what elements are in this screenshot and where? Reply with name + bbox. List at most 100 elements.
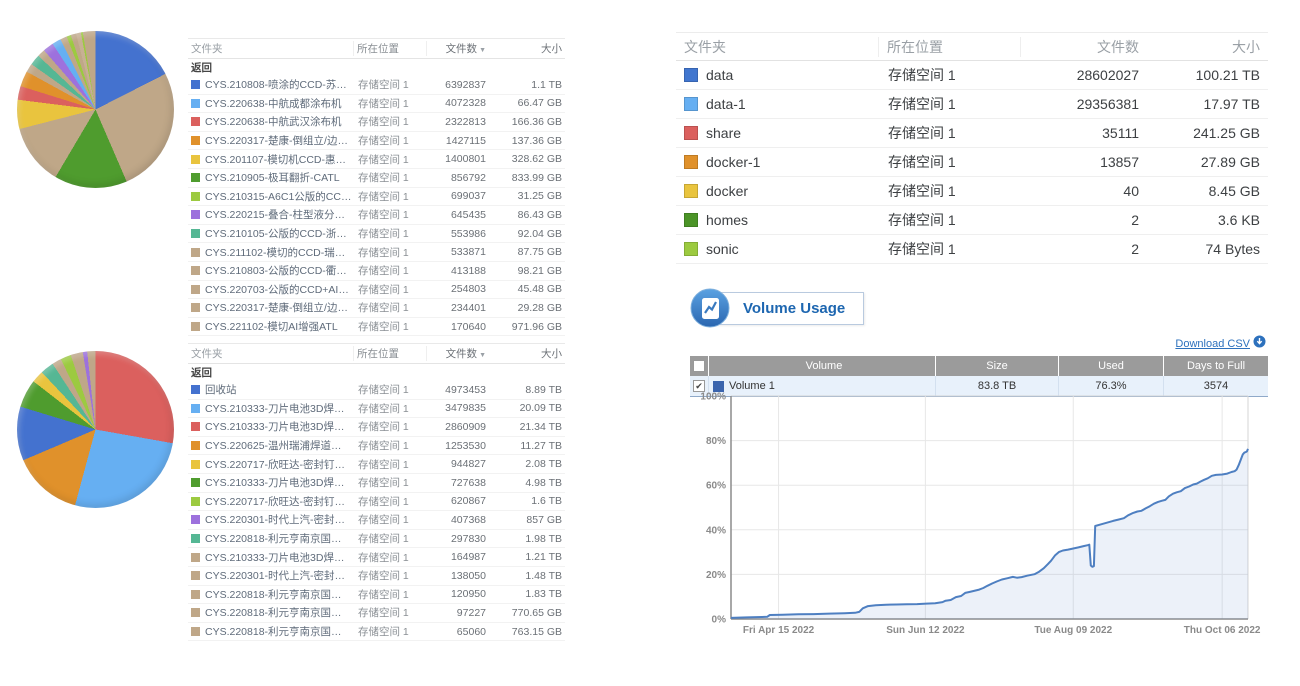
back-link[interactable]: 返回	[188, 364, 565, 381]
folder-location: 存储空间 1	[355, 170, 427, 185]
folder-name: docker	[706, 183, 748, 199]
folder-location: 存储空间 1	[355, 457, 427, 472]
table-row[interactable]: docker-1存储空间 11385727.89 GB	[676, 148, 1268, 177]
table-row[interactable]: data存储空间 128602027100.21 TB	[676, 61, 1268, 90]
folder-color-swatch	[684, 242, 698, 256]
table-row[interactable]: CYS.220818-利元亨南京国轩整线-密封钉存储空间 165060763.1…	[188, 623, 565, 642]
download-icon[interactable]	[1253, 335, 1266, 353]
table-row[interactable]: data-1存储空间 12935638117.97 TB	[676, 90, 1268, 119]
folder-name: CYS.210803-公版的CCD-衢州极电	[205, 263, 352, 278]
table-row[interactable]: CYS.220215-叠合-柱型液分条机存储空间 164543586.43 GB	[188, 206, 565, 225]
svg-text:Sun Jun 12 2022: Sun Jun 12 2022	[886, 625, 965, 636]
table-row[interactable]: sonic存储空间 1274 Bytes	[676, 235, 1268, 264]
sort-desc-icon: ▼	[479, 352, 486, 359]
table-row[interactable]: CYS.211102-模切的CCD-瑞浦模切存储空间 153387187.75 …	[188, 243, 565, 262]
folder-size: 1.21 TB	[489, 551, 565, 563]
column-header-days-to-full[interactable]: Days to Full	[1164, 356, 1268, 376]
table-row[interactable]: CYS.210333-刀片电池3D焊检测-坪山存储空间 17276384.98 …	[188, 474, 565, 493]
table-row[interactable]: CYS.210803-公版的CCD-衢州极电存储空间 141318898.21 …	[188, 262, 565, 281]
column-header-size[interactable]: Size	[936, 356, 1059, 376]
column-header-folder[interactable]: 文件夹	[188, 41, 353, 56]
column-header-folder[interactable]: 文件夹	[188, 346, 353, 361]
folder-location: 存储空间 1	[355, 319, 427, 334]
folder-location: 存储空间 1	[355, 494, 427, 509]
folder-size: 857 GB	[489, 514, 565, 526]
line-chart-svg: 0%20%40%60%80%100%Fri Apr 15 2022Sun Jun…	[695, 390, 1270, 652]
folder-file-count: 2	[1021, 241, 1147, 257]
folder-file-count: 13857	[1021, 154, 1147, 170]
column-header-size[interactable]: 大小	[1147, 37, 1268, 57]
column-header-location[interactable]: 所在位置	[353, 41, 426, 56]
folder-color-swatch	[191, 627, 200, 636]
folder-size: 2.08 TB	[489, 458, 565, 470]
column-header-size[interactable]: 大小	[489, 346, 565, 361]
volume-usage-line-chart: 0%20%40%60%80%100%Fri Apr 15 2022Sun Jun…	[695, 390, 1270, 652]
folder-size: 241.25 GB	[1147, 125, 1268, 141]
folder-name: CYS.210333-刀片电池3D焊检测-坪山	[205, 475, 352, 490]
folder-file-count: 97227	[427, 607, 489, 619]
table-row[interactable]: CYS.220625-温州瑞浦焊道焊检测存储空间 1125353011.27 T…	[188, 437, 565, 456]
folder-name: CYS.201107-模切机CCD-惠州CATL	[205, 152, 352, 167]
svg-text:40%: 40%	[706, 525, 726, 536]
table-row[interactable]: docker存储空间 1408.45 GB	[676, 177, 1268, 206]
table-row[interactable]: CYS.210808-喷涂的CCD-苏州功率存储空间 163928371.1 T…	[188, 76, 565, 95]
folder-color-swatch	[191, 590, 200, 599]
svg-text:100%: 100%	[700, 392, 726, 403]
table-row[interactable]: CYS.220301-时代上汽-密封钉检测-3D存储空间 1407368857 …	[188, 511, 565, 530]
table-row[interactable]: CYS.220317-楚康-倒组立/边叠一体机-缺陷检测存储空间 1142711…	[188, 132, 565, 151]
table-row[interactable]: CYS.220818-利元亨南京国轩整线-顶盖激光焊漏...存储空间 19722…	[188, 604, 565, 623]
svg-text:Fri Apr 15 2022: Fri Apr 15 2022	[743, 625, 815, 636]
folder-size: 1.6 TB	[489, 495, 565, 507]
table-row[interactable]: CYS.201107-模切机CCD-惠州CATL存储空间 11400801328…	[188, 150, 565, 169]
table-row[interactable]: CYS.221102-模切AI增强ATL存储空间 1170640971.96 G…	[188, 318, 565, 337]
table-row[interactable]: CYS.220818-利元亨南京国轩整线-质量焊-2D存储空间 11209501…	[188, 586, 565, 605]
table-row[interactable]: CYS.220301-时代上汽-密封钉检测-2D存储空间 11380501.48…	[188, 567, 565, 586]
table-row[interactable]: 回收站存储空间 149734538.89 TB	[188, 381, 565, 400]
table-row[interactable]: CYS.220818-利元亨南京国轩整线-质量焊-3D存储空间 12978301…	[188, 530, 565, 549]
table-row[interactable]: CYS.220638-中航成都涂布机存储空间 1407232866.47 GB	[188, 95, 565, 114]
column-header-used[interactable]: Used	[1059, 356, 1164, 376]
table-row[interactable]: CYS.220638-中航武汉涂布机存储空间 12322813166.36 GB	[188, 113, 565, 132]
column-header-folder[interactable]: 文件夹	[676, 37, 878, 57]
table-row[interactable]: CYS.220717-欣旺达-密封钉检测-2D存储空间 16208671.6 T…	[188, 493, 565, 512]
column-header-size[interactable]: 大小	[489, 41, 565, 56]
table-row[interactable]: homes存储空间 123.6 KB	[676, 206, 1268, 235]
column-header-location[interactable]: 所在位置	[878, 37, 1020, 57]
folder-size-pie-chart-top	[17, 31, 174, 188]
folder-location: 存储空间 1	[355, 245, 427, 260]
column-header-volume[interactable]: Volume	[709, 356, 936, 376]
folder-file-count: 29356381	[1021, 96, 1147, 112]
table-row[interactable]: CYS.210333-刀片电池3D焊检测-无为-2期存储空间 134798352…	[188, 400, 565, 419]
table-row[interactable]: CYS.210905-极耳翻折-CATL存储空间 1856792833.99 G…	[188, 169, 565, 188]
folder-location: 存储空间 1	[355, 114, 427, 129]
folder-location: 存储空间 1	[355, 300, 427, 315]
back-link[interactable]: 返回	[188, 59, 565, 76]
table-row[interactable]: share存储空间 135111241.25 GB	[676, 119, 1268, 148]
table-row[interactable]: CYS.210105-公版的CCD-浙江恒威 (兰溪)存储空间 15539869…	[188, 225, 565, 244]
folder-name: CYS.220317-楚康-倒组立/边叠一体机-缺陷检测	[205, 133, 352, 148]
column-header-count[interactable]: 文件数	[1020, 37, 1147, 57]
table-row[interactable]: CYS.210333-刀片电池3D焊检测-重庆存储空间 11649871.21 …	[188, 548, 565, 567]
table-row[interactable]: CYS.210333-刀片电池3D焊检测-宁乡存储空间 1286090921.3…	[188, 418, 565, 437]
folder-color-swatch	[191, 285, 200, 294]
panel-title: Volume Usage	[716, 292, 864, 325]
folder-color-swatch	[684, 126, 698, 140]
folder-name: CYS.220818-利元亨南京国轩整线-质量焊-3D	[205, 531, 352, 546]
folder-name: sonic	[706, 241, 739, 257]
table-row[interactable]: CYS.220317-楚康-倒组立/边叠一体机-定位存储空间 123440129…	[188, 299, 565, 318]
folder-file-count: 533871	[427, 246, 489, 258]
folder-file-count: 1253530	[427, 440, 489, 452]
folder-color-swatch	[191, 136, 200, 145]
column-header-count[interactable]: 文件数▼	[426, 346, 489, 361]
select-all-checkbox[interactable]	[693, 360, 705, 372]
folder-location: 存储空间 1	[355, 624, 427, 639]
table-row[interactable]: CYS.220703-公版的CCD+AI-衢州恒威存储空间 125480345.…	[188, 281, 565, 300]
column-header-count[interactable]: 文件数▼	[426, 41, 489, 56]
folder-size: 98.21 GB	[489, 265, 565, 277]
column-header-location[interactable]: 所在位置	[353, 346, 426, 361]
table-row[interactable]: CYS.210315-A6C1公版的CCD-ATL公版机存储空间 1699037…	[188, 188, 565, 207]
folder-size: 8.45 GB	[1147, 183, 1268, 199]
table-row[interactable]: CYS.220717-欣旺达-密封钉检测-3D存储空间 19448272.08 …	[188, 455, 565, 474]
folder-color-swatch	[191, 385, 200, 394]
download-csv-link[interactable]: Download CSV	[1175, 338, 1250, 350]
